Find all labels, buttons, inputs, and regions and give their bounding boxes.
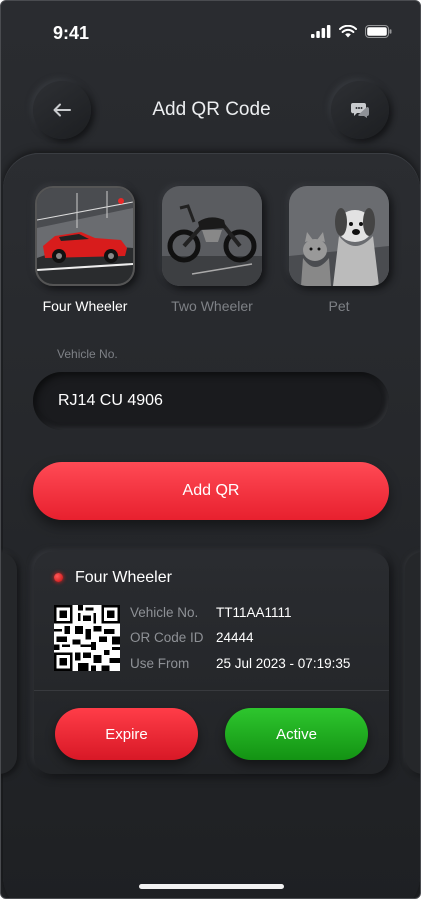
pet-illustration	[289, 186, 389, 286]
category-two-wheeler[interactable]	[162, 186, 262, 286]
status-time: 9:41	[53, 23, 90, 43]
category-four-wheeler[interactable]	[35, 186, 135, 286]
add-qr-button[interactable]: Add QR	[33, 462, 389, 520]
header: Add QR Code	[1, 79, 420, 141]
home-indicator[interactable]	[139, 884, 284, 889]
info-value: 25 Jul 2023 - 07:19:35	[216, 656, 351, 671]
vehicle-number-label: Vehicle No.	[57, 347, 118, 361]
category-pet[interactable]	[289, 186, 389, 286]
qr-code-card: Four Wheeler Vehicle No. TT11AA1111 OR C…	[34, 552, 389, 774]
status-icons	[311, 25, 392, 38]
next-card[interactable]	[405, 552, 420, 774]
qr-code-icon	[54, 605, 120, 671]
category-label-two-wheeler: Two Wheeler	[171, 298, 253, 314]
status-bar: 9:41	[1, 1, 420, 61]
category-label-pet: Pet	[328, 298, 350, 314]
chat-button[interactable]	[331, 81, 389, 139]
category-label-four-wheeler: Four Wheeler	[42, 298, 128, 314]
vehicle-number-input[interactable]	[33, 372, 389, 430]
car-illustration	[37, 188, 133, 284]
previous-card[interactable]	[1, 552, 17, 774]
info-label: OR Code ID	[130, 630, 204, 645]
signal-icon	[311, 25, 331, 38]
chat-bubble-icon	[350, 103, 369, 118]
phone-screen: 9:41 Add QR Code Four Wheeler Two Wheele…	[0, 0, 421, 899]
status-dot	[54, 573, 63, 582]
active-button[interactable]: Active	[225, 708, 368, 760]
expire-button[interactable]: Expire	[55, 708, 198, 760]
motorcycle-illustration	[162, 186, 262, 286]
wifi-icon	[339, 25, 357, 38]
info-value: 24444	[216, 630, 254, 645]
card-divider	[34, 690, 389, 691]
battery-icon	[365, 25, 392, 38]
info-label: Vehicle No.	[130, 605, 199, 620]
qr-card-title: Four Wheeler	[75, 569, 172, 586]
info-value: TT11AA1111	[216, 605, 292, 620]
info-label: Use From	[130, 656, 190, 671]
